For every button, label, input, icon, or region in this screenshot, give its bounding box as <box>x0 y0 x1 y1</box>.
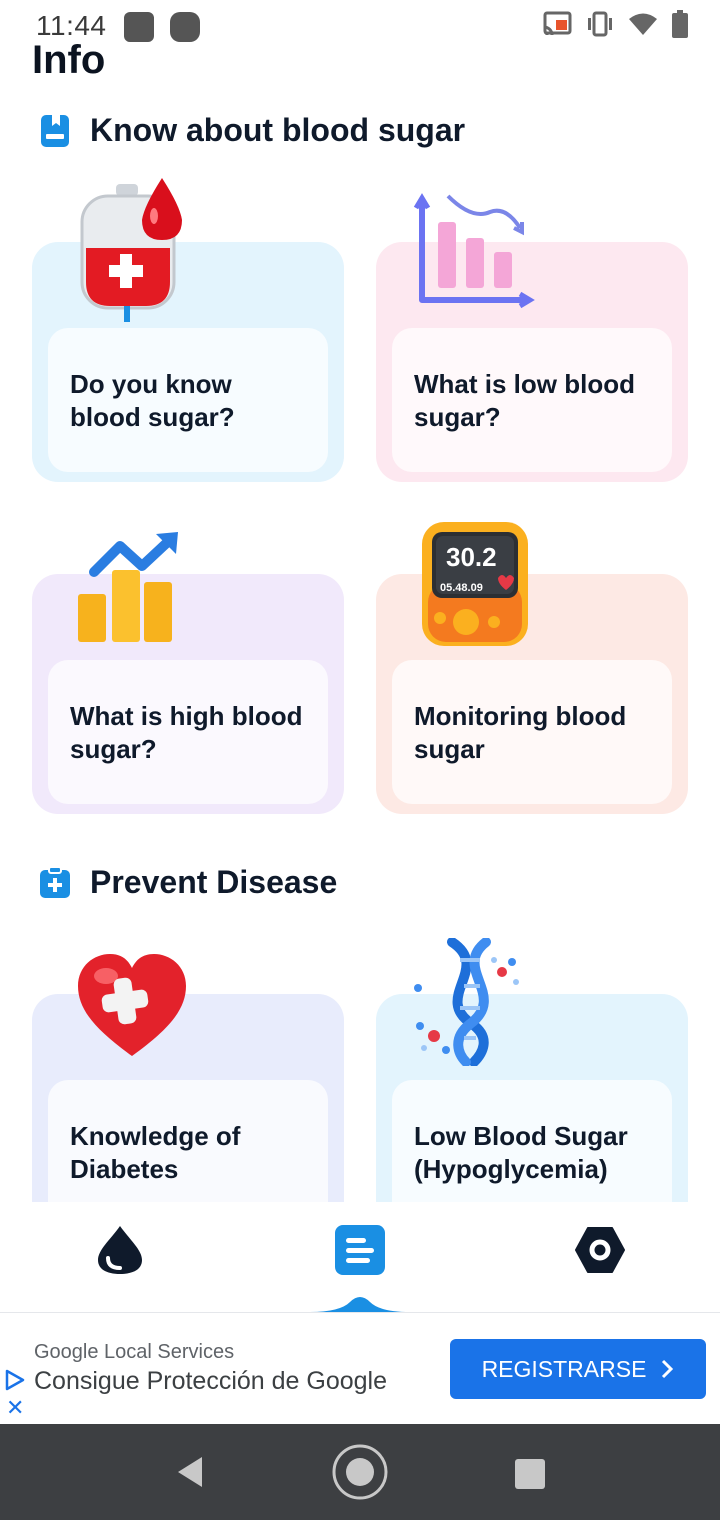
info-list-icon <box>335 1225 385 1275</box>
chevron-right-icon <box>662 1359 674 1379</box>
home-circle-icon <box>332 1444 388 1500</box>
section-title: Know about blood sugar <box>90 112 466 148</box>
system-recents-button[interactable] <box>510 1454 550 1494</box>
bottom-nav <box>0 1202 720 1312</box>
drop-icon <box>98 1226 142 1274</box>
nav-info-tab[interactable] <box>330 1220 390 1280</box>
notification-icon <box>170 12 200 42</box>
wifi-icon <box>629 13 657 35</box>
notification-icon <box>124 12 154 42</box>
nav-settings-tab[interactable] <box>570 1220 630 1280</box>
book-icon <box>41 114 69 147</box>
battery-icon <box>672 10 688 38</box>
ad-sponsor: Google Local Services <box>34 1341 235 1363</box>
adchoices-icon[interactable] <box>4 1369 26 1391</box>
status-icons <box>542 10 688 38</box>
section-header-prevent-disease: Prevent Disease <box>38 864 337 901</box>
device-reading: 30.2 <box>446 542 497 572</box>
active-tab-indicator <box>310 1297 410 1312</box>
card-label: What is high blood sugar? <box>70 701 303 764</box>
recents-square-icon <box>515 1459 545 1489</box>
card-label: Monitoring blood sugar <box>414 701 627 764</box>
heart-cross-icon <box>78 954 186 1056</box>
system-back-button[interactable] <box>170 1452 210 1492</box>
back-triangle-icon <box>178 1457 202 1487</box>
cast-icon <box>543 11 572 36</box>
page-title: Info <box>32 38 106 82</box>
bar-chart-down-icon <box>413 193 535 309</box>
glucometer-icon: 30.2 05.48.09 <box>418 520 532 648</box>
bar-chart-up-icon <box>78 532 178 642</box>
system-nav-bar <box>0 1424 720 1520</box>
ad-headline[interactable]: Consigue Protección de Google <box>34 1367 387 1396</box>
system-home-button[interactable] <box>330 1442 390 1502</box>
nav-blood-sugar-tab[interactable] <box>90 1220 150 1280</box>
status-bar: 11:44 <box>0 0 720 52</box>
card-label: Low Blood Sugar (Hypoglycemia) <box>414 1121 628 1184</box>
medical-clipboard-icon <box>40 865 70 898</box>
ad-register-button[interactable]: REGISTRARSE <box>450 1339 706 1399</box>
blood-bag-icon <box>80 178 182 322</box>
card-label-panel: Knowledge of Diabetes <box>48 1080 328 1202</box>
info-scroll-area[interactable]: Know about blood sugar Do you know blood… <box>0 100 720 1202</box>
dna-icon <box>414 938 519 1066</box>
ad-cta-label: REGISTRARSE <box>481 1355 647 1382</box>
settings-icon <box>575 1227 625 1273</box>
card-label-panel: Do you know blood sugar? <box>48 328 328 472</box>
ad-close-icon[interactable]: ✕ <box>6 1397 24 1419</box>
ad-banner[interactable]: ✕ Google Local Services Consigue Protecc… <box>0 1312 720 1424</box>
section-title: Prevent Disease <box>90 864 338 900</box>
section-header-blood-sugar: Know about blood sugar <box>38 112 465 149</box>
card-label: Do you know blood sugar? <box>70 369 235 432</box>
card-label: What is low blood sugar? <box>414 369 635 432</box>
device-time: 05.48.09 <box>440 582 483 594</box>
vibrate-icon <box>588 11 612 37</box>
card-label: Knowledge of Diabetes <box>70 1121 241 1184</box>
card-label-panel: Monitoring blood sugar <box>392 660 672 804</box>
card-label-panel: What is low blood sugar? <box>392 328 672 472</box>
card-label-panel: Low Blood Sugar (Hypoglycemia) <box>392 1080 672 1202</box>
card-label-panel: What is high blood sugar? <box>48 660 328 804</box>
